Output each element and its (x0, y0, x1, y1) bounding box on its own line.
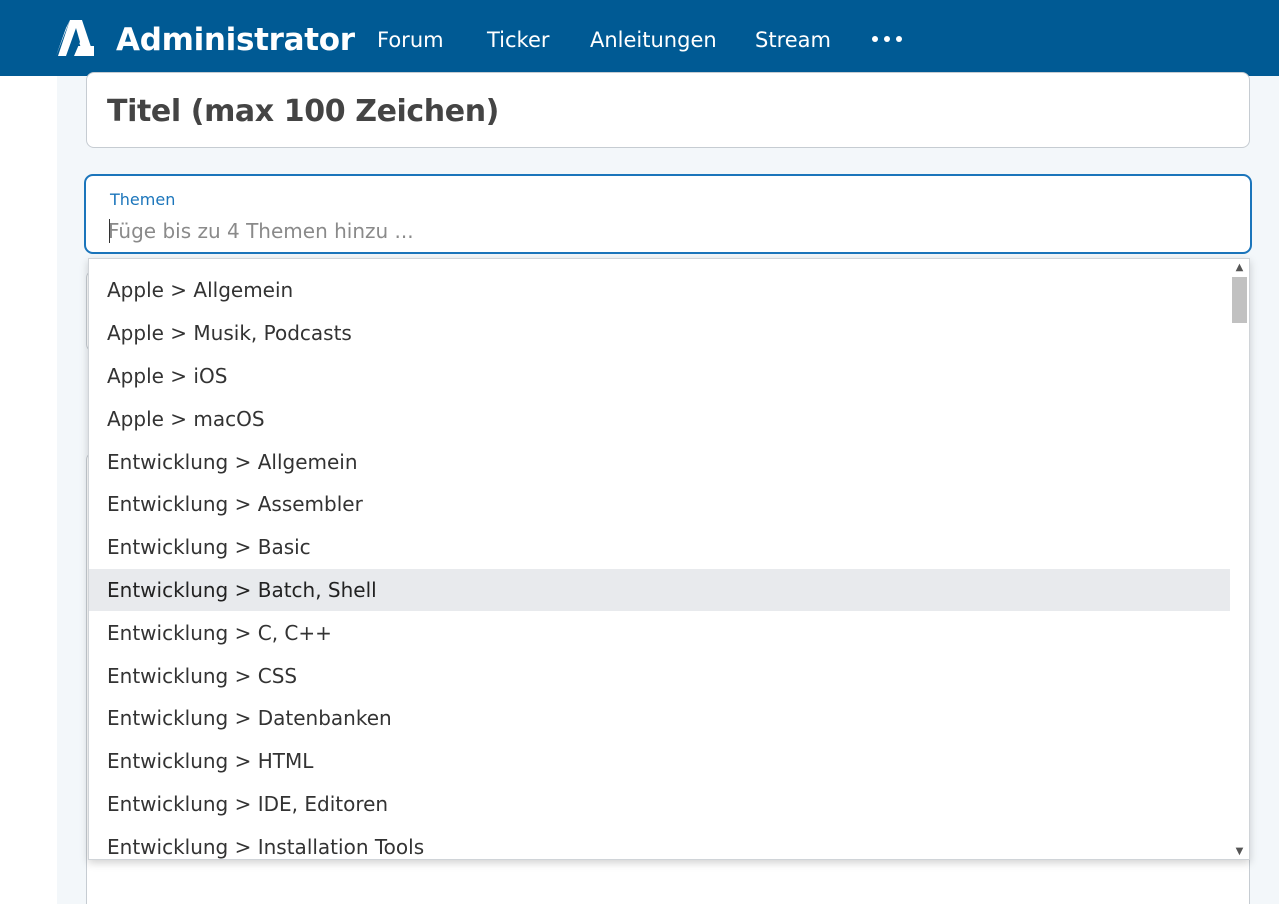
nav-item-stream[interactable]: Stream (755, 26, 831, 54)
scroll-down-arrow-icon[interactable]: ▼ (1230, 843, 1249, 859)
dropdown-option[interactable]: Entwicklung > C, C++ (89, 611, 1232, 654)
scrollbar-thumb[interactable] (1232, 277, 1247, 323)
dropdown-option[interactable]: Entwicklung > Datenbanken (89, 697, 1232, 740)
top-navbar: Administrator Forum Ticker Anleitungen S… (0, 0, 1279, 76)
dropdown-option[interactable]: Apple > iOS (89, 355, 1232, 398)
text-caret (109, 219, 110, 243)
dropdown-option[interactable]: Apple > Musik, Podcasts (89, 312, 1232, 355)
themen-options-list: Apple > Allgemein Apple > Musik, Podcast… (89, 269, 1232, 859)
scroll-up-arrow-icon[interactable]: ▲ (1230, 259, 1249, 275)
dot (872, 36, 878, 42)
dot (896, 36, 902, 42)
nav-item-forum[interactable]: Forum (377, 26, 444, 54)
dropdown-option[interactable]: Entwicklung > CSS (89, 654, 1232, 697)
themen-dropdown[interactable]: Apple > Allgemein Apple > Musik, Podcast… (88, 258, 1250, 860)
dropdown-option-highlighted[interactable]: Entwicklung > Batch, Shell (89, 568, 1232, 612)
dropdown-option[interactable]: Entwicklung > Installation Tools (89, 825, 1232, 859)
more-dots-icon[interactable] (872, 34, 902, 44)
brand-title[interactable]: Administrator (116, 20, 355, 60)
dropdown-option[interactable]: Entwicklung > Assembler (89, 483, 1232, 526)
themen-input[interactable] (108, 216, 1208, 246)
dropdown-scrollbar[interactable]: ▲ ▼ (1230, 259, 1249, 859)
dropdown-option[interactable]: Entwicklung > HTML (89, 740, 1232, 783)
dropdown-option[interactable]: Entwicklung > IDE, Editoren (89, 783, 1232, 826)
themen-label: Themen (110, 190, 176, 209)
nav-item-anleitungen[interactable]: Anleitungen (590, 26, 717, 54)
dot (884, 36, 890, 42)
dropdown-option[interactable]: Apple > macOS (89, 397, 1232, 440)
dropdown-option[interactable]: Entwicklung > Allgemein (89, 440, 1232, 483)
dropdown-option[interactable]: Entwicklung > Basic (89, 526, 1232, 569)
dropdown-option[interactable]: Apple > Allgemein (89, 269, 1232, 312)
site-logo-icon[interactable] (56, 20, 94, 56)
nav-item-ticker[interactable]: Ticker (487, 26, 550, 54)
title-field[interactable]: Titel (max 100 Zeichen) (86, 72, 1250, 148)
themen-field[interactable]: Themen (84, 174, 1252, 254)
title-placeholder: Titel (max 100 Zeichen) (107, 94, 499, 129)
